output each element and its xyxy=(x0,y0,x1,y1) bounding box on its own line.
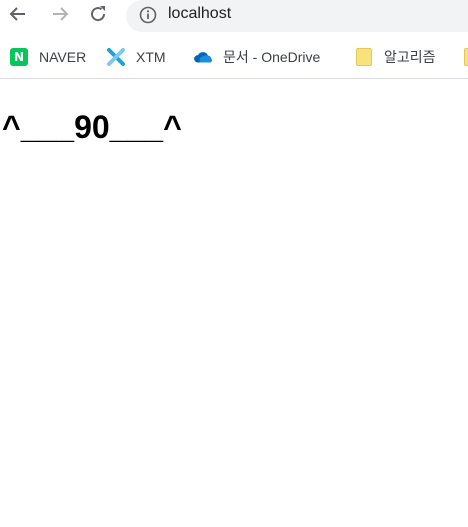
browser-toolbar: localhost xyxy=(0,0,468,36)
bookmark-xtm[interactable]: XTM xyxy=(106,46,166,68)
forward-button[interactable] xyxy=(48,2,72,26)
reload-icon xyxy=(91,6,106,22)
bookmarks-bar: N NAVER XTM 문서 - OneDrive 알고리즘 xyxy=(0,36,468,79)
reload-button[interactable] xyxy=(86,2,110,26)
naver-icon: N xyxy=(9,47,29,67)
address-bar[interactable]: localhost xyxy=(126,0,468,32)
back-button[interactable] xyxy=(6,2,30,26)
bookmark-label: 문서 - OneDrive xyxy=(223,49,321,65)
bookmark-naver[interactable]: N NAVER xyxy=(9,46,86,68)
page-heading: ^___90___^ xyxy=(2,109,182,145)
info-icon[interactable] xyxy=(139,6,157,24)
url-text[interactable]: localhost xyxy=(168,5,231,23)
bookmark-onedrive[interactable]: 문서 - OneDrive xyxy=(193,46,320,68)
page-content: ^___90___^ xyxy=(0,79,468,527)
folder-icon xyxy=(462,47,468,67)
bookmark-label: NAVER xyxy=(39,49,87,65)
arrow-right-icon xyxy=(53,7,69,21)
bookmark-label: XTM xyxy=(136,49,166,65)
bookmark-label: 알고리즘 xyxy=(384,49,436,65)
bookmark-folder-partial[interactable] xyxy=(462,46,468,68)
onedrive-icon xyxy=(193,47,213,67)
folder-icon xyxy=(354,47,374,67)
arrow-left-icon xyxy=(9,7,25,21)
bookmark-folder-algorithm[interactable]: 알고리즘 xyxy=(354,46,436,68)
xtm-icon xyxy=(106,47,126,67)
